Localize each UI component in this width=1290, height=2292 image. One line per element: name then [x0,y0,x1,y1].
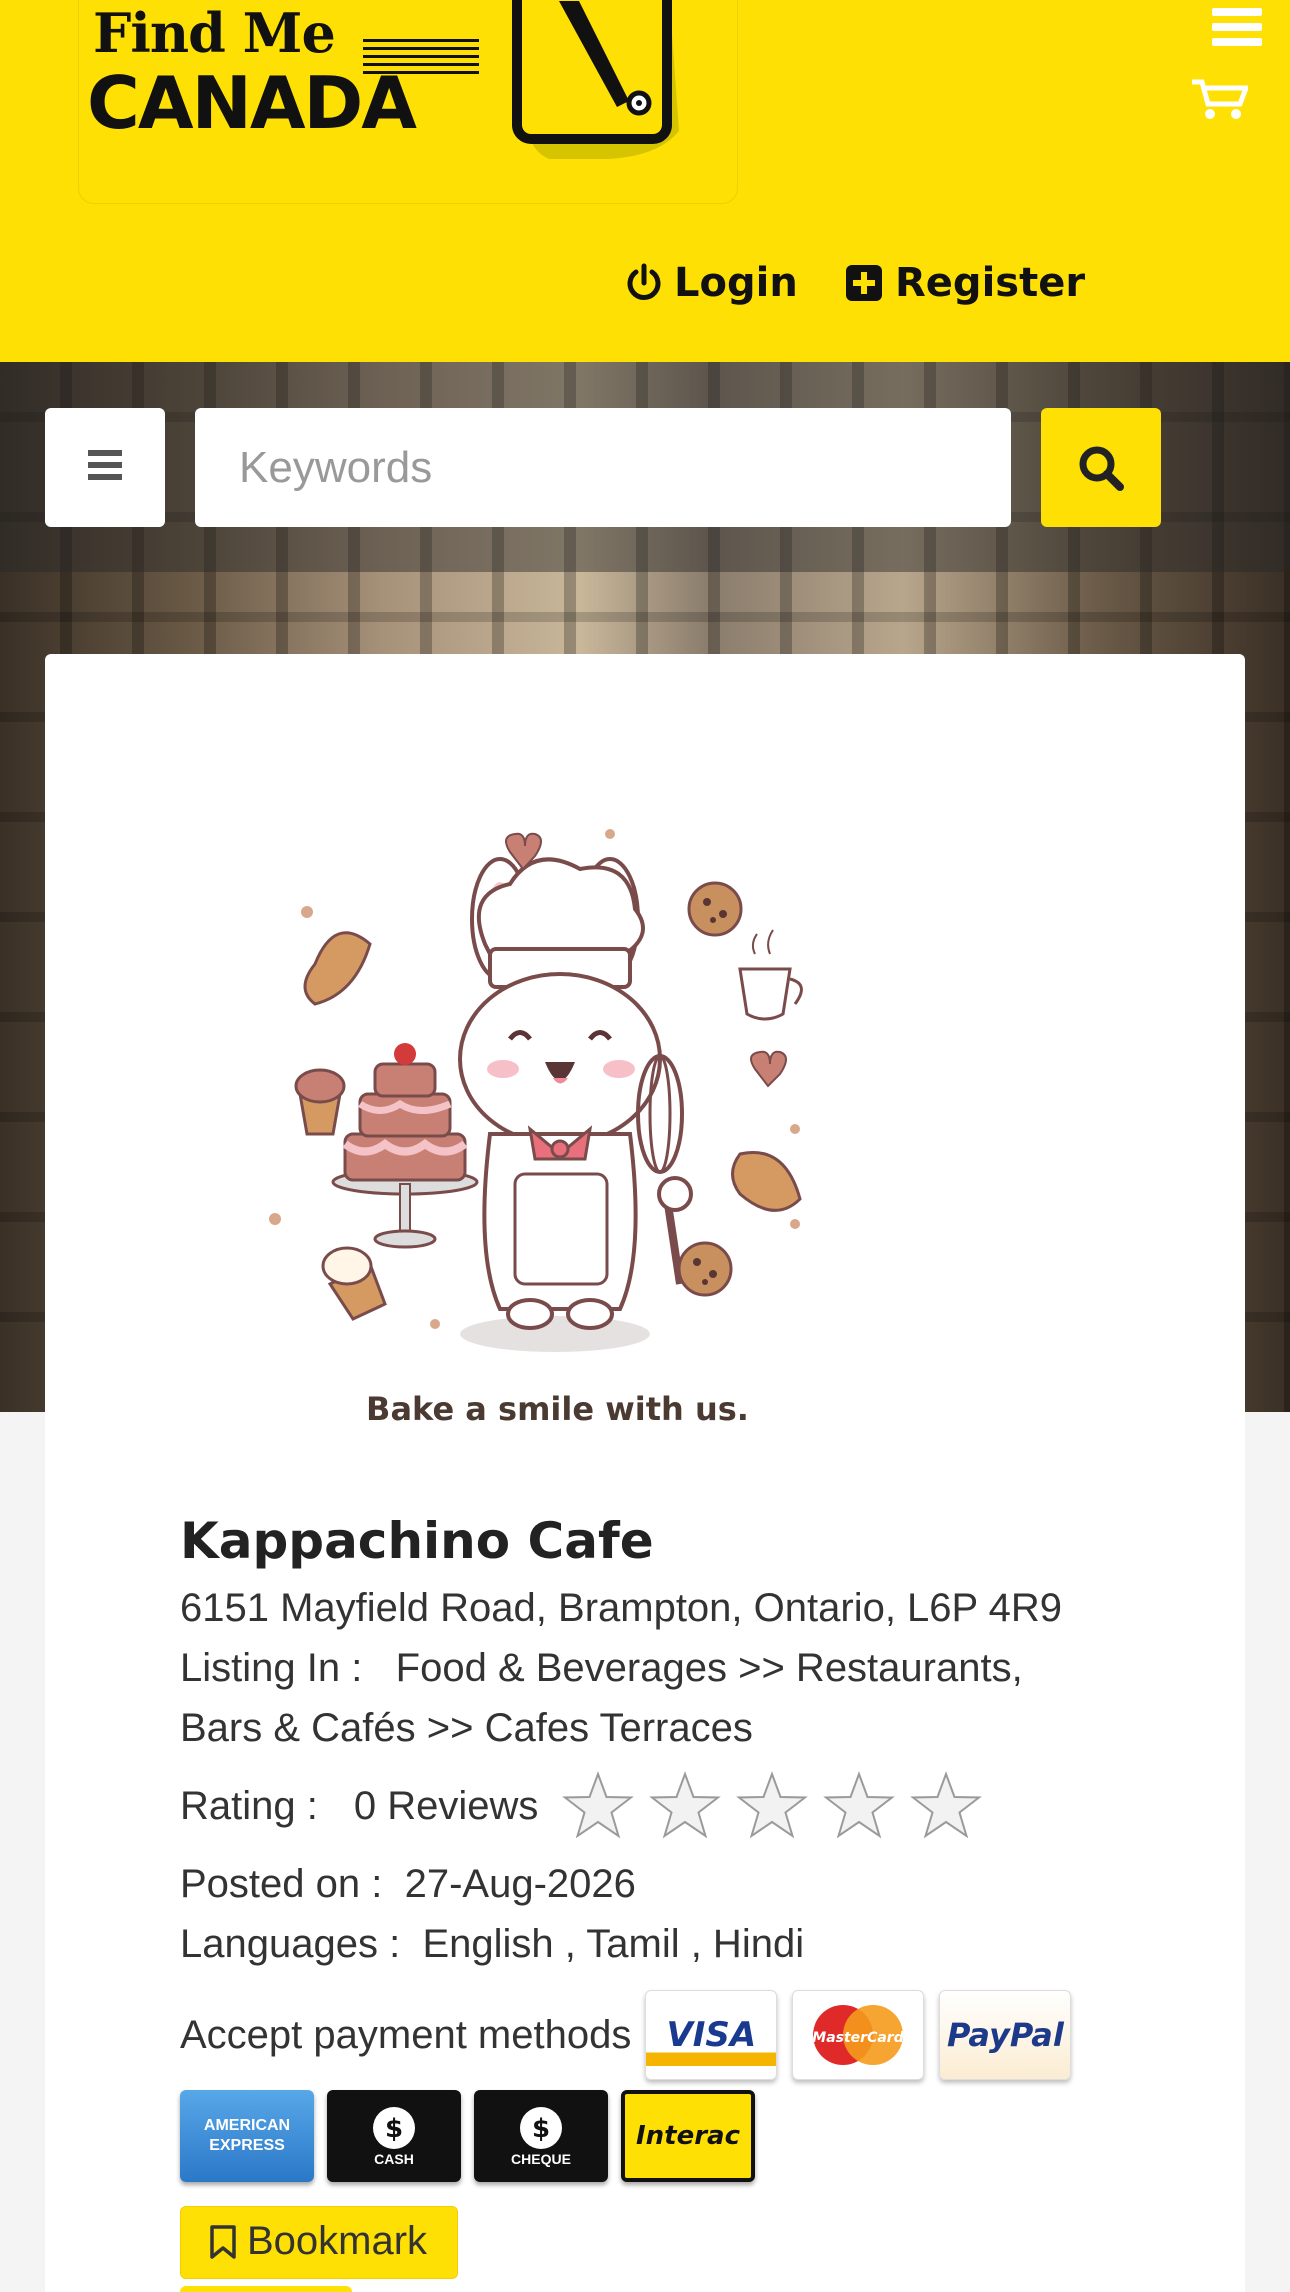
cash-icon: $ CASH [327,2090,461,2182]
svg-text:$: $ [532,2114,550,2144]
bunny-baker-illustration [269,829,803,1352]
visa-text: VISA [666,2015,757,2055]
rating-star-icon[interactable] [562,1770,635,1842]
listing-category: Listing In : Food & Beverages >> Restaur… [180,1638,1180,1698]
main-menu-icon[interactable] [1212,8,1262,52]
posted-date: 27-Aug-2026 [404,1862,636,1906]
logo-line-2: CANADA [87,61,417,145]
payment-methods: Accept payment methods VISA MasterCard P… [180,1990,1180,2080]
rating-star-icon[interactable] [736,1770,809,1842]
listing-in-path-2[interactable]: Bars & Cafés >> Cafes Terraces [180,1698,1180,1758]
login-label: Login [674,260,798,306]
languages-value: English , Tamil , Hindi [422,1922,805,1966]
rating-star-icon[interactable] [649,1770,722,1842]
listing-in-path-1[interactable]: Food & Beverages >> Restaurants, [396,1646,1023,1690]
cheque-text: CHEQUE [511,2151,571,2167]
register-label: Register [895,260,1086,306]
bookmark-label: Bookmark [247,2219,428,2263]
review-count[interactable]: 0 Reviews [354,1784,539,1829]
posted-on: Posted on : 27-Aug-2026 [180,1854,1180,1914]
payment-label: Accept payment methods [180,2012,632,2057]
rating-label: Rating : [180,1783,318,1828]
listing-details: Kappachino Cafe 6151 Mayfield Road, Bram… [180,1512,1180,2279]
login-link[interactable]: Login [626,256,798,310]
amex-icon: AMERICAN EXPRESS [180,2090,314,2182]
dollar-circle-icon: $ [373,2107,415,2149]
rating-stars[interactable] [562,1770,997,1842]
search-input[interactable] [195,408,1011,527]
cart-icon[interactable] [1190,78,1248,122]
search-icon [1079,446,1124,491]
svg-text:$: $ [385,2114,403,2144]
logo-map-sign-icon [512,0,679,159]
listing-in-label: Listing In : [180,1646,363,1690]
rating-star-icon[interactable] [910,1770,983,1842]
business-name: Kappachino Cafe [180,1512,654,1570]
next-action-button[interactable] [180,2286,352,2292]
listing-tagline: Bake a smile with us. [366,1390,749,1428]
mastercard-icon: MasterCard [792,1990,925,2080]
search-button[interactable] [1041,408,1161,527]
languages-label: Languages : [180,1922,401,1966]
bookmark-icon [210,2224,236,2259]
rating-row: Rating : 0 Reviews [180,1770,1180,1842]
business-address: 6151 Mayfield Road, Brampton, Ontario, L… [180,1586,1062,1630]
bookmark-button[interactable]: Bookmark [180,2206,459,2279]
register-link[interactable]: Register [845,256,1085,310]
category-menu-button[interactable] [45,408,165,527]
cheque-icon: $ CHEQUE [474,2090,608,2182]
cash-text: CASH [374,2151,414,2167]
logo-line-1: Find Me [93,1,336,65]
site-header: Find Me CANADA Login Register [0,0,1290,362]
interac-icon: Interac [621,2090,755,2182]
amex-text: AMERICAN EXPRESS [203,2117,291,2154]
bars-icon [88,449,122,486]
mastercard-circles: MasterCard [813,2005,905,2065]
rating-star-icon[interactable] [823,1770,896,1842]
power-icon [627,263,661,300]
languages: Languages : English , Tamil , Hindi [180,1914,1180,1974]
mastercard-text: MasterCard [813,2030,905,2046]
dollar-circle-icon: $ [520,2107,562,2149]
visa-icon: VISA [645,1990,778,2080]
interac-text: Interac [635,2121,741,2151]
plus-square-icon [846,265,882,301]
logo-wordmark: Find Me CANADA [85,1,505,151]
site-logo[interactable]: Find Me CANADA [78,0,738,204]
payment-methods-row-2: AMERICAN EXPRESS $ CASH $ CHEQUE Interac [180,2090,1180,2182]
paypal-text: PayPal [946,2016,1064,2054]
posted-label: Posted on : [180,1862,383,1906]
paypal-icon: PayPal [939,1990,1072,2080]
